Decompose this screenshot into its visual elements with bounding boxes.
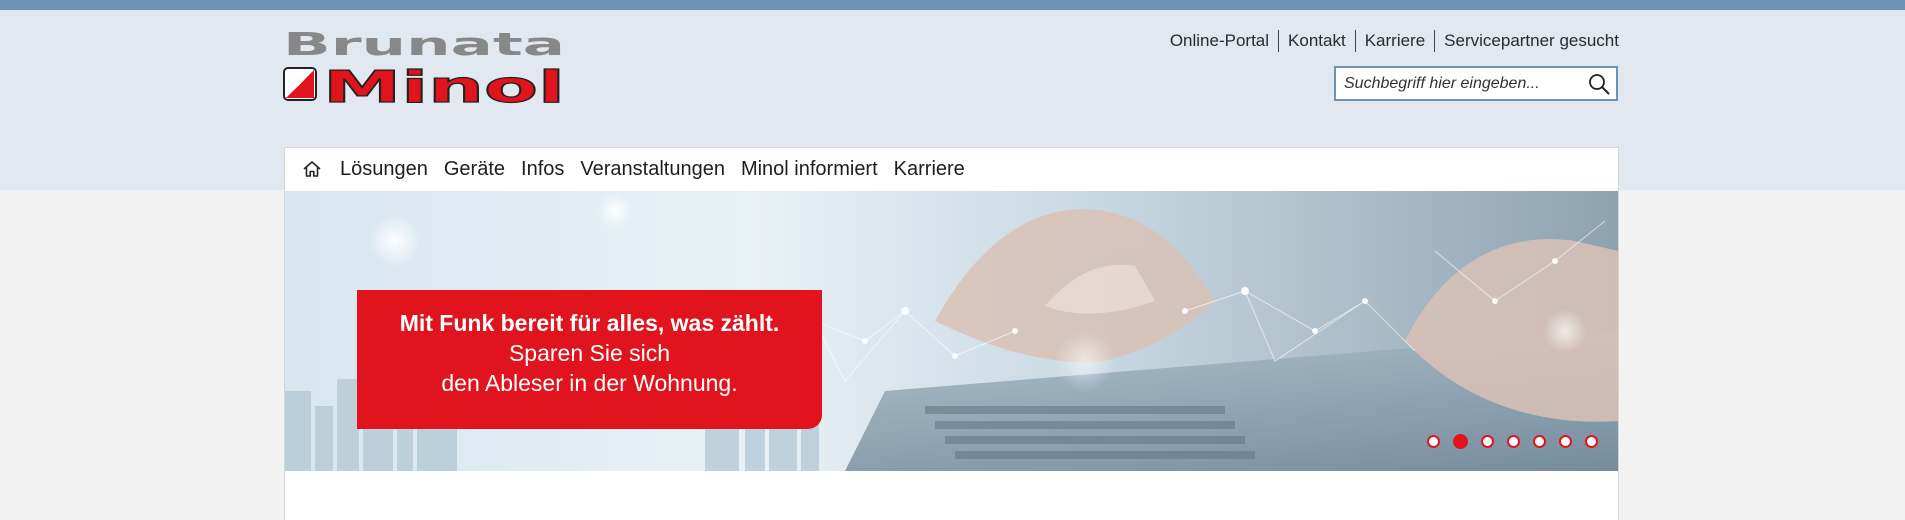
logo-graphic: Brunata Minol — [283, 27, 566, 114]
slider-dot-6[interactable] — [1559, 435, 1572, 448]
brunata-minol-logo[interactable]: Brunata Minol — [283, 27, 566, 114]
slider-dot-7[interactable] — [1585, 435, 1598, 448]
nav-item-karriere[interactable]: Karriere — [886, 158, 973, 181]
search-input[interactable] — [1336, 74, 1582, 93]
search-box — [1334, 66, 1618, 101]
svg-text:Brunata: Brunata — [283, 30, 565, 63]
nav-item-minol-informiert[interactable]: Minol informiert — [733, 158, 886, 181]
top-accent-bar — [0, 0, 1905, 10]
nav-item-veranstaltungen[interactable]: Veranstaltungen — [572, 158, 733, 181]
slider-pagination — [1427, 434, 1598, 449]
nav-item-infos[interactable]: Infos — [513, 158, 572, 181]
utility-link-online-portal[interactable]: Online-Portal — [1170, 30, 1278, 52]
slider-dot-5[interactable] — [1533, 435, 1546, 448]
utility-link-karriere[interactable]: Karriere — [1354, 30, 1434, 52]
utility-nav: Online-Portal Kontakt Karriere Servicepa… — [1170, 30, 1619, 52]
hero-teaser-box[interactable]: Mit Funk bereit für alles, was zählt. Sp… — [357, 290, 822, 429]
search-icon[interactable] — [1582, 68, 1616, 99]
hero-slider: Mit Funk bereit für alles, was zählt. Sp… — [285, 191, 1618, 471]
utility-link-servicepartner[interactable]: Servicepartner gesucht — [1434, 30, 1619, 52]
main-nav: Lösungen Geräte Infos Veranstaltungen Mi… — [284, 148, 973, 190]
hero-headline: Mit Funk bereit für alles, was zählt. — [399, 310, 780, 336]
hero-subline-1: Sparen Sie sich — [508, 340, 671, 366]
utility-link-kontakt[interactable]: Kontakt — [1278, 30, 1355, 52]
slider-dot-1[interactable] — [1427, 435, 1440, 448]
nav-item-geraete[interactable]: Geräte — [436, 158, 513, 181]
home-icon[interactable] — [298, 155, 326, 183]
nav-item-loesungen[interactable]: Lösungen — [332, 158, 436, 181]
svg-text:Minol: Minol — [323, 62, 565, 104]
slider-dot-2[interactable] — [1453, 434, 1468, 449]
slider-dot-3[interactable] — [1481, 435, 1494, 448]
hero-subline-2: den Ableser in der Wohnung. — [441, 370, 738, 396]
slider-dot-4[interactable] — [1507, 435, 1520, 448]
